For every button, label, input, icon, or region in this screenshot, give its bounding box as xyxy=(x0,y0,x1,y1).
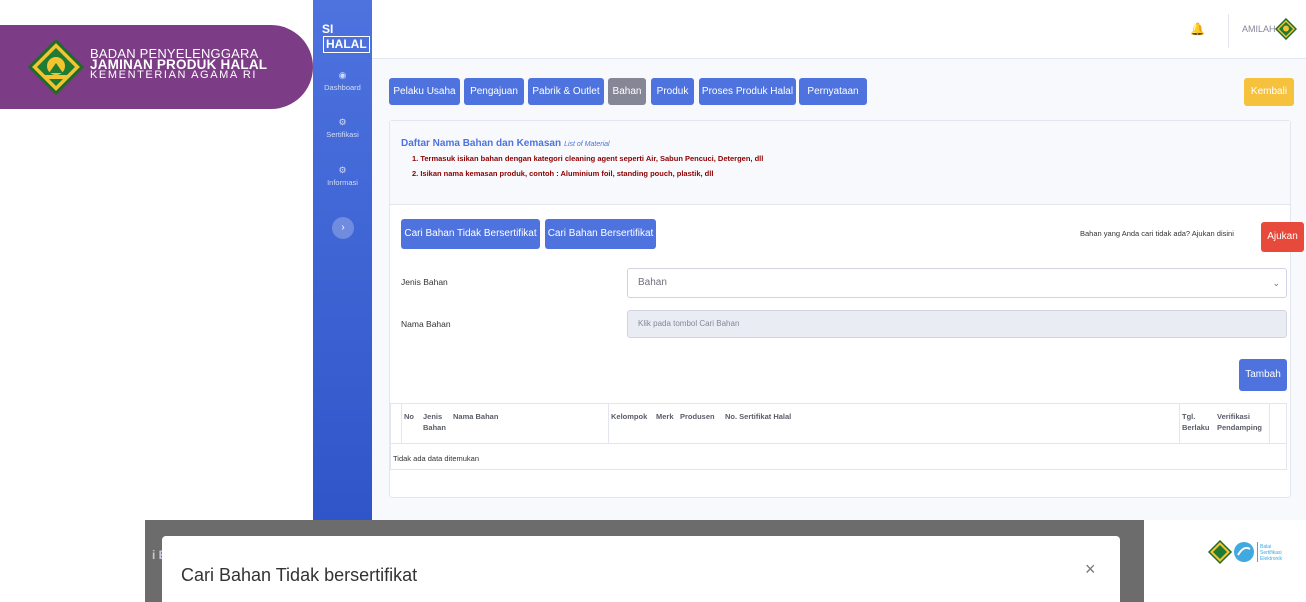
th-kelompok: Kelompok xyxy=(611,412,648,421)
brand-banner: BADAN PENYELENGGARA JAMINAN PRODUK HALAL… xyxy=(0,25,313,109)
th-ver-line1: Verifikasi xyxy=(1217,412,1250,421)
th-nama-bahan: Nama Bahan xyxy=(453,412,499,421)
modal-dialog: Cari Bahan Tidak bersertifikat × xyxy=(162,536,1120,602)
tab-pernyataan[interactable]: Pernyataan xyxy=(799,78,867,105)
sidebar: SIHALAL ◉ Dashboard ⚙ Sertifikasi ⚙ Info… xyxy=(313,0,372,520)
sidebar-item-informasi[interactable]: ⚙ Informasi xyxy=(313,165,372,187)
avatar[interactable] xyxy=(1274,17,1298,45)
ajukan-button[interactable]: Ajukan xyxy=(1261,222,1304,252)
th-produsen: Produsen xyxy=(680,412,715,421)
brand-text: BADAN PENYELENGGARA JAMINAN PRODUK HALAL… xyxy=(90,47,267,81)
material-table: No Jenis Bahan Nama Bahan Kelompok Merk P… xyxy=(390,403,1287,470)
tab-bahan[interactable]: Bahan xyxy=(608,78,646,105)
gear-icon: ⚙ xyxy=(338,165,347,175)
nama-bahan-input[interactable]: Klik pada tombol Cari Bahan xyxy=(627,310,1287,338)
sihalal-logo[interactable]: SIHALAL xyxy=(322,22,370,53)
modal-title: Cari Bahan Tidak bersertifikat xyxy=(181,565,418,585)
tab-pelaku-usaha[interactable]: Pelaku Usaha xyxy=(389,78,460,105)
chevron-right-icon: › xyxy=(341,222,345,233)
dashboard-icon: ◉ xyxy=(338,70,347,80)
column-divider xyxy=(608,404,609,443)
tab-pabrik-outlet[interactable]: Pabrik & Outlet xyxy=(528,78,604,105)
brand-line3: KEMENTERIAN AGAMA RI xyxy=(90,69,258,81)
note-item: 1. Termasuk isikan bahan dengan kategori… xyxy=(412,154,764,163)
sidebar-item-sertifikasi[interactable]: ⚙ Sertifikasi xyxy=(313,117,372,139)
th-verifikasi: Verifikasi Pendamping xyxy=(1217,411,1262,433)
topbar-divider xyxy=(1228,14,1229,48)
sidebar-item-label: Dashboard xyxy=(324,83,361,92)
column-divider xyxy=(1179,404,1180,443)
cari-bahan-tidak-bersertifikat-button[interactable]: Cari Bahan Tidak Bersertifikat xyxy=(401,219,540,249)
jenis-bahan-value: Bahan xyxy=(638,277,667,288)
sidebar-toggle-button[interactable]: › xyxy=(332,217,354,239)
material-card: Daftar Nama Bahan dan Kemasan List of Mat… xyxy=(389,120,1304,498)
main-content: 🔔 AMILAH Pelaku Usaha Pengajuan Pabrik &… xyxy=(372,0,1306,520)
nama-bahan-label: Nama Bahan xyxy=(401,319,451,329)
card-title-sub: List of Material xyxy=(564,141,610,148)
th-tgl-line1: Tgl. xyxy=(1182,412,1196,421)
user-name[interactable]: AMILAH xyxy=(1242,24,1276,34)
sidebar-item-label: Informasi xyxy=(327,178,358,187)
chevron-down-icon: ⌄ xyxy=(1272,278,1280,288)
th-ver-line2: Pendamping xyxy=(1217,423,1263,432)
close-icon[interactable]: × xyxy=(1085,559,1096,580)
footer-logos: Balai Sertifikasi Elektronik xyxy=(1207,539,1298,573)
tambah-button[interactable]: Tambah xyxy=(1239,359,1287,391)
column-divider xyxy=(1269,404,1270,443)
kemenag-emblem-icon xyxy=(27,38,85,100)
sidebar-item-label: Sertifikasi xyxy=(326,130,359,139)
jenis-bahan-select[interactable]: Bahan ⌄ xyxy=(627,268,1287,298)
empty-row-text: Tidak ada data ditemukan xyxy=(393,454,480,463)
card-title: Daftar Nama Bahan dan Kemasan List of Mat… xyxy=(401,138,610,149)
note-item: 2. Isikan nama kemasan produk, contoh : … xyxy=(412,169,714,178)
tab-proses-produk-halal[interactable]: Proses Produk Halal xyxy=(699,78,796,105)
card-header: Daftar Nama Bahan dan Kemasan List of Mat… xyxy=(390,121,1290,205)
th-merk: Merk xyxy=(656,412,674,421)
th-tgl-berlaku: Tgl. Berlaku xyxy=(1182,411,1210,433)
topbar: 🔔 AMILAH xyxy=(372,0,1306,59)
th-jenis: Jenis Bahan xyxy=(423,411,446,433)
th-jenis-line1: Jenis xyxy=(423,412,443,421)
th-no: No xyxy=(404,412,414,421)
jenis-bahan-label: Jenis Bahan xyxy=(401,277,448,287)
ajukan-hint: Bahan yang Anda cari tidak ada? Ajukan d… xyxy=(1080,229,1234,238)
th-sertifikat-halal: No. Sertifikat Halal xyxy=(725,412,792,421)
logo-main: HALAL xyxy=(323,36,370,53)
logo-prefix: SI xyxy=(322,22,334,36)
tab-pengajuan[interactable]: Pengajuan xyxy=(464,78,524,105)
table-header-divider xyxy=(391,443,1286,444)
bell-icon[interactable]: 🔔 xyxy=(1190,22,1205,36)
bse-logo-icon: Balai Sertifikasi Elektronik xyxy=(1207,539,1282,565)
kembali-button[interactable]: Kembali xyxy=(1244,78,1294,106)
th-tgl-line2: Berlaku xyxy=(1182,423,1210,432)
tab-produk[interactable]: Produk xyxy=(651,78,694,105)
app-root: BADAN PENYELENGGARA JAMINAN PRODUK HALAL… xyxy=(0,0,1306,602)
column-divider xyxy=(401,404,402,443)
card-title-text: Daftar Nama Bahan dan Kemasan xyxy=(401,138,562,149)
sidebar-item-dashboard[interactable]: ◉ Dashboard xyxy=(313,70,372,92)
th-jenis-line2: Bahan xyxy=(423,423,446,432)
cari-bahan-bersertifikat-button[interactable]: Cari Bahan Bersertifikat xyxy=(545,219,656,249)
gear-icon: ⚙ xyxy=(338,117,347,127)
svg-text:Elektronik: Elektronik xyxy=(1260,556,1282,562)
